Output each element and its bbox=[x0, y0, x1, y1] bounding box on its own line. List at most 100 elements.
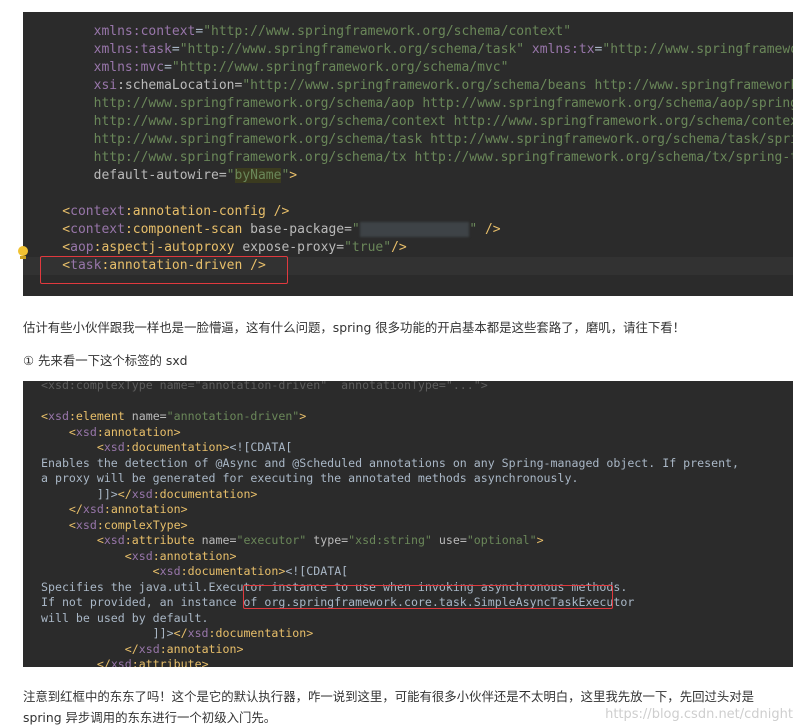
code-token: xsd bbox=[159, 564, 181, 578]
code-token: " bbox=[226, 168, 235, 183]
code-token: <![CDATA[ bbox=[229, 440, 293, 454]
code-token: xsd bbox=[138, 641, 160, 656]
code-token: < bbox=[41, 424, 76, 439]
highlight-box-task-annotation-driven bbox=[40, 256, 288, 284]
code-line: <xsd:annotation> bbox=[23, 549, 793, 565]
code-line: <aop:aspectj-autoproxy expose-proxy="tru… bbox=[23, 239, 793, 257]
code-token: > bbox=[536, 533, 544, 547]
code-token: = bbox=[164, 60, 172, 75]
code-token: context bbox=[70, 222, 125, 237]
highlight-box-default-executor bbox=[243, 585, 613, 609]
code-token: xmlns: bbox=[31, 60, 141, 75]
code-token: <![CDATA[ bbox=[285, 564, 349, 578]
code-token: :annotation> bbox=[103, 502, 188, 516]
code-token: > bbox=[289, 168, 298, 183]
code-token: xsd bbox=[82, 502, 104, 516]
code-line: http://www.springframework.org/schema/co… bbox=[23, 113, 793, 131]
code-token: :annotation> bbox=[152, 548, 237, 563]
code-token: </ bbox=[117, 486, 132, 501]
code-token: :attribute> bbox=[131, 657, 209, 667]
code-token: < bbox=[31, 240, 71, 255]
code-line: </xsd:attribute> bbox=[23, 657, 793, 667]
code-token: :documentation> bbox=[124, 440, 230, 454]
code-token: task bbox=[140, 42, 172, 57]
code-token: :attribute bbox=[124, 533, 202, 547]
code-token: < bbox=[31, 222, 71, 237]
code-line: xsi:schemaLocation="http://www.springfra… bbox=[23, 77, 793, 95]
code-token: ]]> bbox=[41, 626, 174, 640]
code-token: "http://www.springframework.org/schema/b… bbox=[242, 78, 793, 93]
code-token: xsd bbox=[187, 626, 209, 640]
code-token: "executor" bbox=[236, 533, 314, 547]
code-token: xsd bbox=[75, 517, 97, 532]
code-token: byName bbox=[234, 168, 282, 183]
code-line: </xsd:annotation> bbox=[23, 502, 793, 518]
code-token: </ bbox=[41, 641, 139, 656]
code-token: base-package= bbox=[250, 222, 352, 237]
code-token: /> bbox=[477, 222, 501, 237]
code-token: xsd bbox=[110, 657, 132, 667]
watermark: https://blog.csdn.net/cdnight bbox=[605, 707, 793, 722]
code-token: </ bbox=[173, 626, 188, 640]
code-line: xmlns:task="http://www.springframework.o… bbox=[23, 41, 793, 59]
code-line: http://www.springframework.org/schema/tx… bbox=[23, 149, 793, 167]
code-token: < bbox=[41, 409, 48, 423]
code-token: http://www.springframework.org/schema/ao… bbox=[31, 96, 793, 111]
code-line: <xsd:complexType name="annotation-driven… bbox=[23, 381, 793, 394]
code-token: :aspectj-autoproxy bbox=[93, 240, 243, 255]
code-line: <context:component-scan base-package=" "… bbox=[23, 221, 793, 239]
code-token: :documentation> bbox=[152, 486, 258, 501]
code-token: < bbox=[41, 564, 160, 578]
code-line bbox=[23, 394, 793, 410]
code-token: " bbox=[351, 222, 360, 237]
code-line: http://www.springframework.org/schema/ta… bbox=[23, 131, 793, 149]
code-token: xsd bbox=[103, 533, 125, 547]
code-lines: <xsd:complexType name="annotation-driven… bbox=[23, 381, 793, 667]
code-line: <xsd:documentation><![CDATA[ bbox=[23, 564, 793, 580]
lightbulb-icon[interactable] bbox=[17, 246, 29, 260]
code-line: ]]></xsd:documentation> bbox=[23, 626, 793, 642]
code-block-spring-config: xmlns:context="http://www.springframewor… bbox=[23, 12, 793, 296]
paragraph-step-1: ① 先来看一下这个标签的 sxd bbox=[23, 353, 188, 368]
code-token: :documentation> bbox=[180, 564, 286, 578]
code-token: context bbox=[140, 24, 196, 39]
code-line: </xsd:annotation> bbox=[23, 642, 793, 658]
code-token: < bbox=[31, 204, 71, 219]
code-token: "http://www.springframework bbox=[602, 42, 793, 57]
code-line: xmlns:mvc="http://www.springframework.or… bbox=[23, 59, 793, 77]
code-token: < bbox=[41, 440, 104, 454]
code-token: xsd bbox=[75, 424, 97, 439]
code-token: name= bbox=[201, 533, 237, 547]
code-token: > bbox=[299, 409, 307, 423]
code-token: xmlns: bbox=[524, 42, 579, 57]
code-lines: xmlns:context="http://www.springframewor… bbox=[23, 23, 793, 275]
code-token: :annotation-config /> bbox=[124, 204, 290, 219]
code-token: " bbox=[469, 222, 478, 237]
code-token: a proxy will be generated for executing … bbox=[41, 471, 579, 485]
code-token: default-autowire= bbox=[31, 168, 227, 183]
code-token bbox=[359, 222, 470, 237]
code-line: default-autowire="byName"> bbox=[23, 167, 793, 185]
code-line: <xsd:annotation> bbox=[23, 425, 793, 441]
code-token: will be used by default. bbox=[41, 610, 209, 625]
code-line: a proxy will be generated for executing … bbox=[23, 471, 793, 487]
code-token: "optional" bbox=[466, 533, 537, 547]
code-line bbox=[23, 185, 793, 203]
code-token: http://www.springframework.org/schema/ta… bbox=[31, 132, 793, 147]
code-token: http://www.springframework.org/schema/tx… bbox=[31, 150, 793, 165]
code-token: :annotation> bbox=[159, 641, 244, 656]
code-token: :element bbox=[68, 409, 132, 423]
code-token: http://www.springframework.org/schema/co… bbox=[31, 114, 793, 129]
code-token: type= bbox=[313, 533, 349, 547]
code-line: will be used by default. bbox=[23, 611, 793, 627]
code-token: context bbox=[70, 204, 125, 219]
code-token: </ bbox=[41, 657, 111, 667]
code-token: ]]> bbox=[41, 486, 118, 501]
code-token: <xsd:complexType name="annotation-driven… bbox=[41, 381, 488, 392]
code-line: ]]></xsd:documentation> bbox=[23, 487, 793, 503]
code-token: :schemaLocation= bbox=[117, 78, 243, 93]
code-token: xsd bbox=[103, 440, 125, 454]
code-line: http://www.springframework.org/schema/ao… bbox=[23, 95, 793, 113]
code-line: <xsd:documentation><![CDATA[ bbox=[23, 440, 793, 456]
